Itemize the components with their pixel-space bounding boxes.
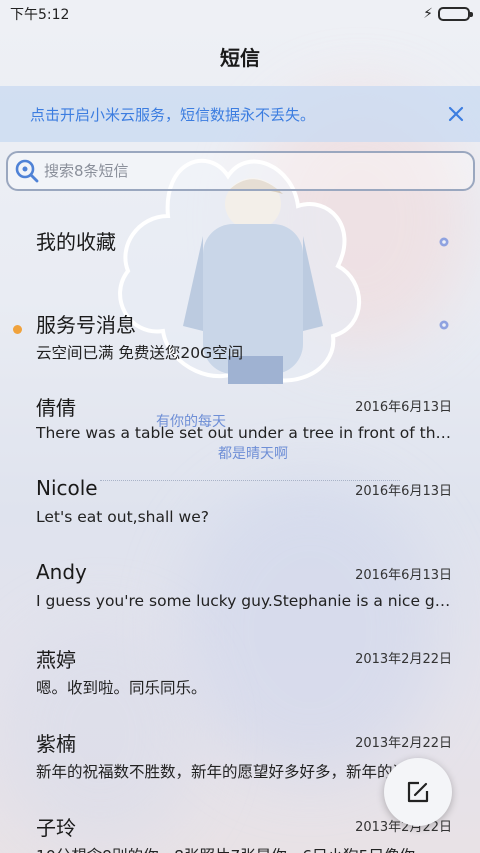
conversation-name: 子玲 bbox=[36, 816, 76, 840]
search-input[interactable] bbox=[44, 162, 473, 180]
conversation-preview: 嗯。收到啦。同乐同乐。 bbox=[36, 679, 207, 697]
cloud-service-banner[interactable]: 点击开启小米云服务，短信数据永不丢失。 bbox=[0, 86, 480, 142]
conversation-name: 倩倩 bbox=[36, 396, 76, 420]
conversation-name: Nicole bbox=[36, 476, 98, 500]
charging-icon: ⚡ bbox=[423, 6, 433, 22]
conversation-item[interactable]: Nicole 2016年6月13日 Let's eat out,shall we… bbox=[0, 458, 480, 538]
conversation-date: 2016年6月13日 bbox=[355, 400, 452, 415]
conversation-name: 我的收藏 bbox=[36, 230, 116, 254]
conversation-name: Andy bbox=[36, 560, 87, 584]
conversation-date: 2013年2月22日 bbox=[355, 652, 452, 667]
conversation-item-favorites[interactable]: 我的收藏 bbox=[0, 208, 480, 288]
conversation-preview: I guess you're some lucky guy.Stephanie … bbox=[36, 592, 452, 610]
conversation-preview: 云空间已满 免费送您20G空间 bbox=[36, 344, 244, 362]
conversation-date: 2016年6月13日 bbox=[355, 484, 452, 499]
conversation-date: 2016年6月13日 bbox=[355, 568, 452, 583]
gear-icon bbox=[439, 320, 449, 330]
conversation-name: 服务号消息 bbox=[36, 313, 136, 337]
gear-icon bbox=[439, 237, 449, 247]
conversation-preview: Let's eat out,shall we? bbox=[36, 508, 209, 526]
conversation-date: 2013年2月22日 bbox=[355, 736, 452, 751]
conversation-name: 燕婷 bbox=[36, 648, 76, 672]
close-icon[interactable] bbox=[444, 102, 468, 126]
search-icon bbox=[15, 159, 39, 183]
status-time: 下午5:12 bbox=[10, 7, 70, 23]
conversation-item[interactable]: 燕婷 2013年2月22日 嗯。收到啦。同乐同乐。 bbox=[0, 626, 480, 706]
search-bar[interactable] bbox=[6, 151, 475, 191]
conversation-item[interactable]: Andy 2016年6月13日 I guess you're some luck… bbox=[0, 542, 480, 622]
conversation-item-service[interactable]: 服务号消息 云空间已满 免费送您20G空间 bbox=[0, 291, 480, 371]
conversation-preview: 10分想念9别的你，8张照片7张是你，6只小狗5只像你，4... bbox=[36, 844, 452, 853]
compose-button[interactable] bbox=[384, 758, 452, 826]
battery-icon bbox=[438, 7, 473, 21]
conversation-name: 紫楠 bbox=[36, 732, 76, 756]
page-title: 短信 bbox=[220, 46, 260, 70]
conversation-item[interactable]: 倩倩 2016年6月13日 There was a table set out … bbox=[0, 374, 480, 454]
compose-icon bbox=[407, 781, 429, 803]
unread-dot bbox=[13, 325, 22, 334]
banner-text: 点击开启小米云服务，短信数据永不丢失。 bbox=[30, 105, 316, 124]
status-bar: 下午5:12 ⚡ bbox=[0, 0, 480, 28]
conversation-preview: There was a table set out under a tree i… bbox=[36, 424, 452, 442]
